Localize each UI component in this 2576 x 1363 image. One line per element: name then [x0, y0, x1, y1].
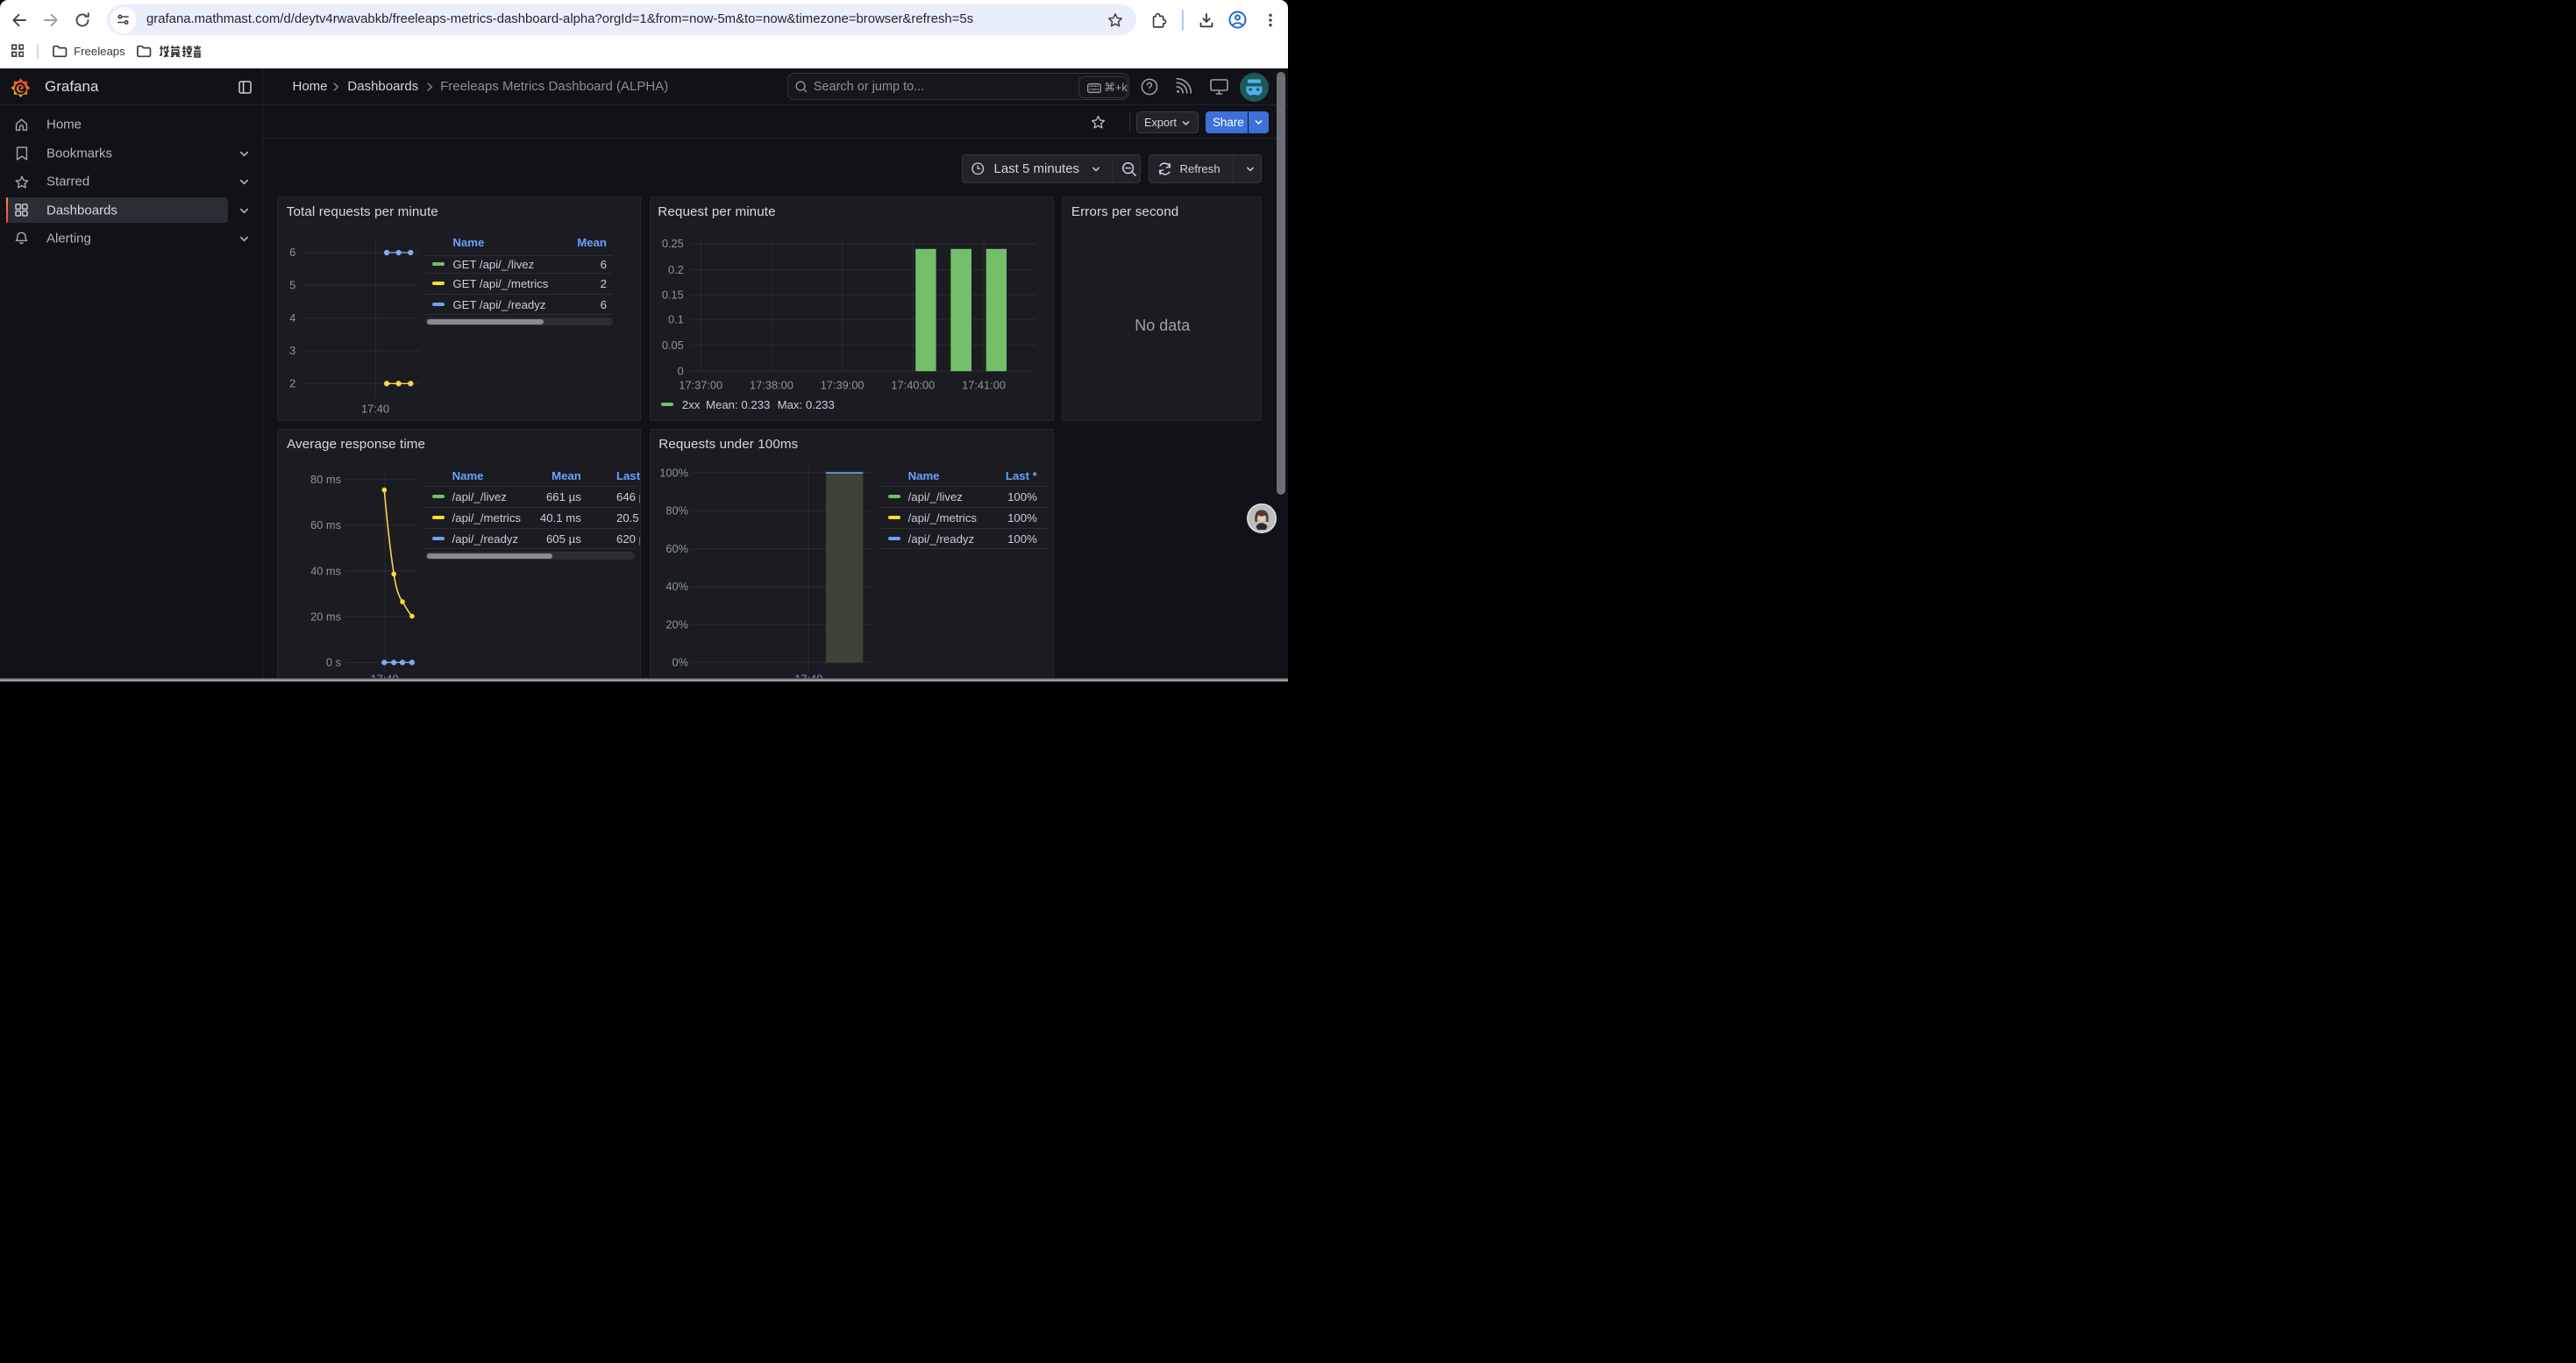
svg-text:0.05: 0.05 [662, 338, 684, 351]
svg-text:0: 0 [678, 364, 684, 377]
svg-text:5: 5 [289, 278, 295, 291]
svg-text:60 ms: 60 ms [310, 518, 341, 532]
svg-text:0 s: 0 s [326, 655, 341, 668]
svg-text:17:38:00: 17:38:00 [750, 378, 793, 391]
svg-text:80%: 80% [665, 503, 688, 517]
svg-text:6: 6 [289, 246, 295, 259]
svg-text:17:39:00: 17:39:00 [821, 378, 865, 391]
svg-text:80 ms: 80 ms [310, 473, 341, 486]
svg-text:3: 3 [289, 344, 295, 357]
svg-text:0.25: 0.25 [662, 237, 684, 250]
svg-text:100%: 100% [659, 466, 688, 479]
svg-text:0.15: 0.15 [662, 288, 684, 301]
svg-text:17:41:00: 17:41:00 [962, 378, 1006, 391]
svg-text:0.2: 0.2 [668, 262, 684, 275]
svg-text:17:37:00: 17:37:00 [679, 378, 722, 391]
svg-text:17:40:00: 17:40:00 [891, 378, 935, 391]
svg-text:40 ms: 40 ms [310, 564, 341, 577]
svg-text:20 ms: 20 ms [310, 610, 341, 623]
svg-text:0.1: 0.1 [668, 312, 684, 325]
svg-text:60%: 60% [665, 541, 688, 554]
svg-text:2: 2 [289, 376, 295, 389]
svg-text:17:40: 17:40 [361, 402, 389, 415]
svg-text:4: 4 [289, 310, 295, 324]
svg-text:0%: 0% [672, 655, 689, 668]
svg-text:40%: 40% [665, 580, 688, 593]
svg-text:20%: 20% [665, 617, 688, 631]
